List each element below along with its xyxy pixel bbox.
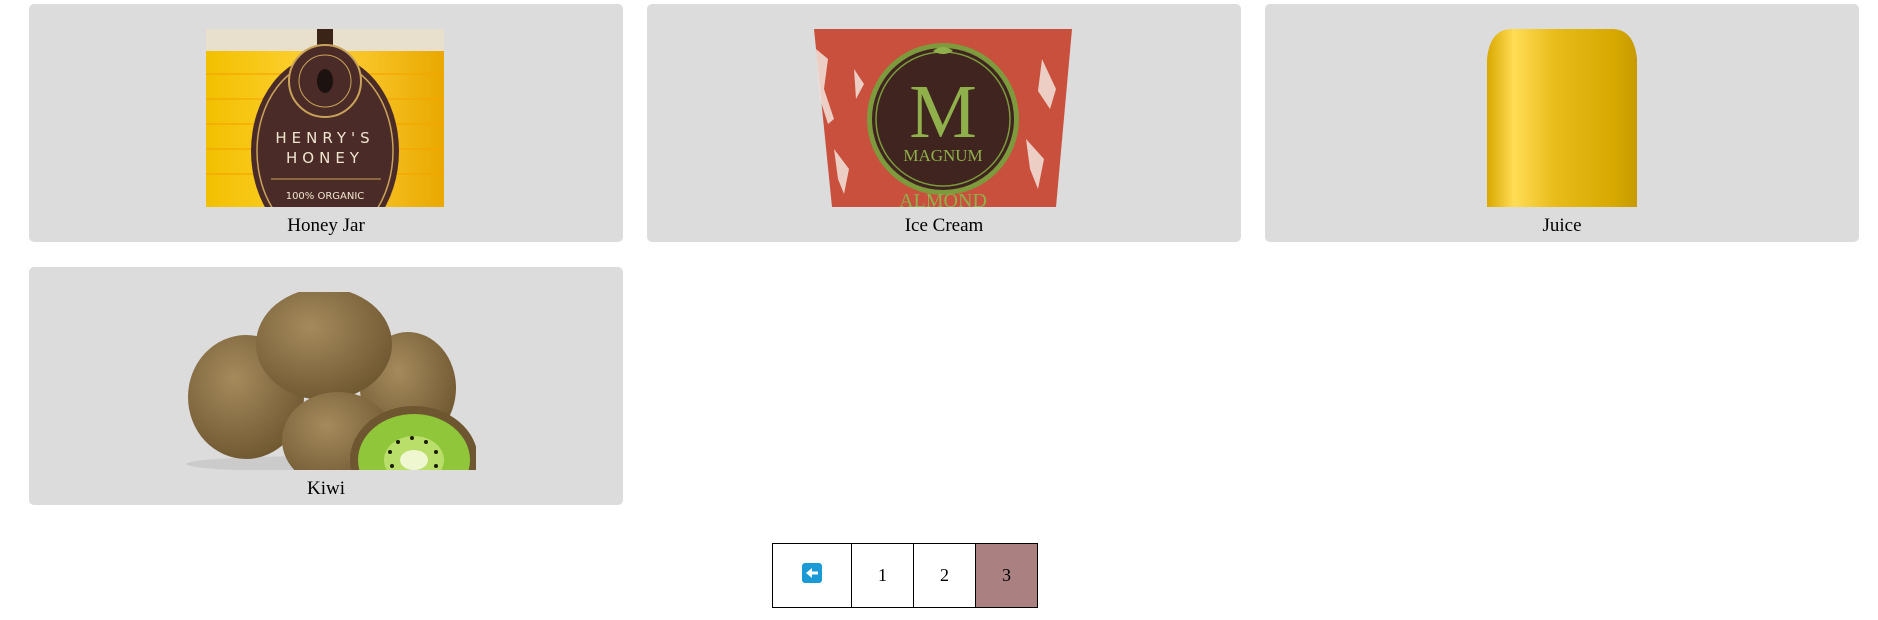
honey-label-line1: HENRY'S	[275, 129, 374, 147]
product-card-juice[interactable]: Juice	[1265, 4, 1859, 242]
kiwi-fruit-image	[176, 292, 476, 470]
product-grid: HENRY'S HONEY 100% ORGANIC Honey Jar M M…	[29, 4, 1859, 505]
page-button-3-current[interactable]: 3	[976, 543, 1038, 608]
product-card-honey-jar[interactable]: HENRY'S HONEY 100% ORGANIC Honey Jar	[29, 4, 623, 242]
page-button-2[interactable]: 2	[914, 543, 976, 608]
arrow-left-icon	[802, 563, 822, 588]
product-name: Honey Jar	[287, 215, 365, 236]
product-name: Juice	[1542, 215, 1582, 236]
icecream-letter: M	[909, 70, 977, 154]
previous-page-button[interactable]	[772, 543, 852, 608]
product-name: Kiwi	[307, 478, 345, 499]
product-card-kiwi[interactable]: Kiwi	[29, 267, 623, 505]
juice-bottle-image	[1412, 29, 1712, 207]
honey-label-line3: 100% ORGANIC	[286, 191, 365, 202]
product-card-ice-cream[interactable]: M MAGNUM ALMOND Ice Cream	[647, 4, 1241, 242]
honey-label-line2: HONEY	[286, 149, 364, 167]
pagination: 1 2 3	[772, 543, 1038, 608]
ice-cream-tub-image: M MAGNUM ALMOND	[794, 29, 1094, 207]
page-button-1[interactable]: 1	[852, 543, 914, 608]
honey-jar-image: HENRY'S HONEY 100% ORGANIC	[176, 29, 476, 207]
icecream-brand: MAGNUM	[903, 146, 982, 165]
icecream-flavor: ALMOND	[899, 190, 987, 207]
product-name: Ice Cream	[904, 215, 984, 236]
